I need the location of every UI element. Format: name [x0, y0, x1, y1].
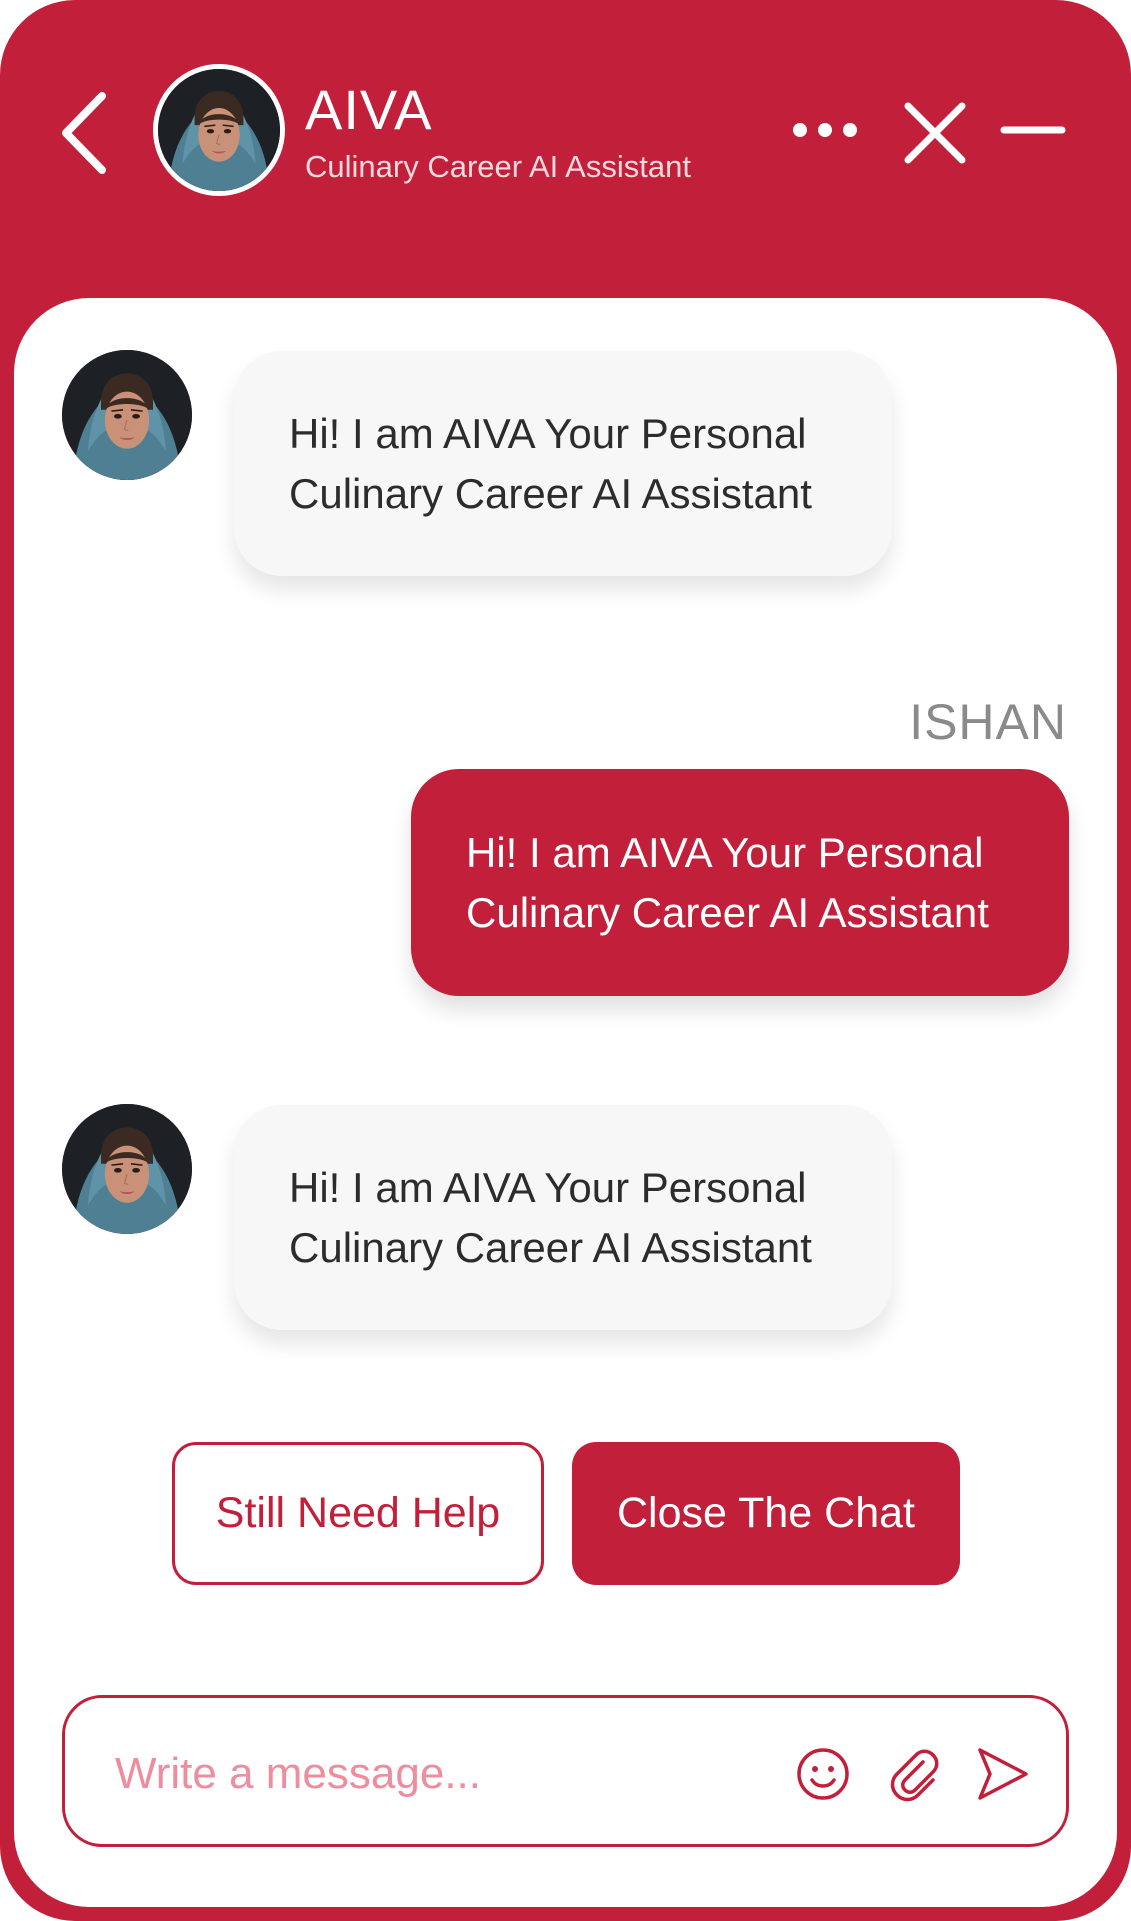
minimize-button[interactable]	[1000, 110, 1066, 150]
still-need-help-button[interactable]: Still Need Help	[172, 1442, 544, 1585]
assistant-name: AIVA	[305, 78, 433, 141]
message-composer	[62, 1695, 1069, 1847]
attach-button[interactable]	[883, 1744, 943, 1804]
bot-avatar	[62, 350, 192, 480]
user-message: Hi! I am AIVA Your Personal Culinary Car…	[411, 769, 1069, 996]
chat-window: AIVA Culinary Career AI Assistant Hi! I …	[0, 0, 1131, 1921]
message-input[interactable]	[113, 1728, 757, 1820]
minimize-icon	[1000, 126, 1066, 134]
message-line: Hi! I am AIVA Your Personal	[289, 409, 807, 457]
emoji-button[interactable]	[793, 1744, 853, 1804]
bot-message: Hi! I am AIVA Your Personal Culinary Car…	[234, 351, 892, 576]
message-line: Hi! I am AIVA Your Personal	[466, 828, 984, 876]
back-arrow-icon	[62, 92, 106, 174]
bot-message: Hi! I am AIVA Your Personal Culinary Car…	[234, 1105, 892, 1330]
send-button[interactable]	[972, 1744, 1032, 1804]
more-options-button[interactable]	[790, 110, 860, 150]
chat-body: Hi! I am AIVA Your Personal Culinary Car…	[14, 298, 1117, 1907]
message-line: Hi! I am AIVA Your Personal	[289, 1163, 807, 1211]
send-icon	[978, 1748, 1028, 1800]
close-button[interactable]	[900, 98, 970, 168]
assistant-role: Culinary Career AI Assistant	[305, 149, 691, 184]
message-line: Culinary Career AI Assistant	[289, 1223, 812, 1271]
assistant-avatar	[153, 64, 285, 196]
close-chat-button[interactable]: Close The Chat	[572, 1442, 960, 1585]
message-line: Culinary Career AI Assistant	[466, 888, 989, 936]
attachment-icon	[890, 1749, 939, 1802]
bot-avatar	[62, 1104, 192, 1234]
back-button[interactable]	[52, 88, 122, 178]
message-line: Culinary Career AI Assistant	[289, 469, 812, 517]
sender-name: ISHAN	[909, 694, 1067, 750]
chat-header: AIVA Culinary Career AI Assistant	[0, 0, 1131, 300]
close-icon	[904, 102, 966, 164]
emoji-icon	[797, 1748, 849, 1800]
more-options-icon	[793, 123, 857, 137]
